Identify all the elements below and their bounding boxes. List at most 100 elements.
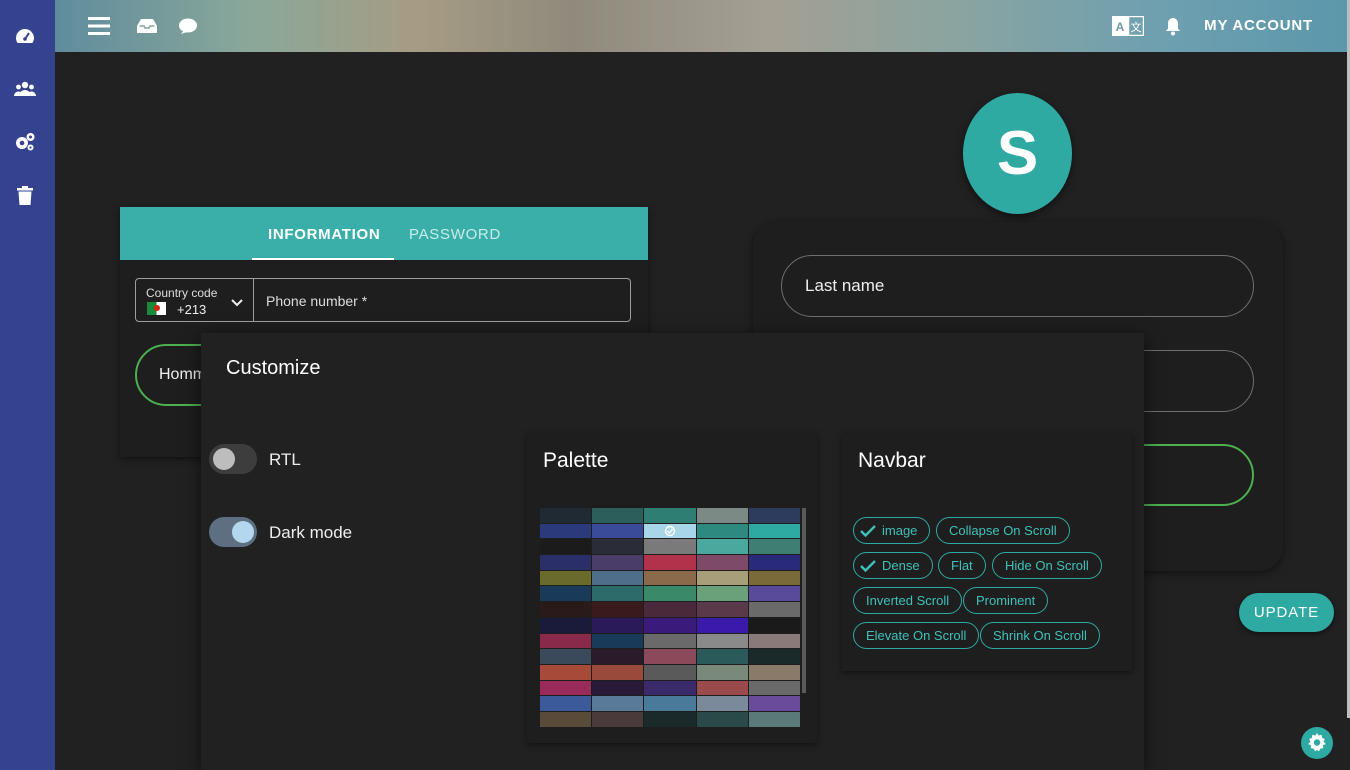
- palette-swatch[interactable]: [748, 602, 801, 618]
- dashboard-icon[interactable]: [13, 24, 37, 48]
- update-button[interactable]: UPDATE: [1239, 593, 1334, 632]
- palette-row[interactable]: [540, 617, 801, 634]
- palette-row[interactable]: [540, 508, 801, 524]
- navbar-option-chip[interactable]: Flat: [938, 552, 986, 579]
- palette-row[interactable]: [540, 649, 801, 665]
- dark-mode-toggle[interactable]: [209, 517, 257, 547]
- palette-swatch[interactable]: [748, 680, 801, 697]
- palette-swatch[interactable]: [592, 649, 645, 665]
- palette-swatch[interactable]: [748, 664, 801, 681]
- country-code-select[interactable]: Country code +213: [136, 279, 254, 321]
- palette-swatch[interactable]: [592, 570, 645, 587]
- palette-swatch[interactable]: [696, 555, 749, 571]
- palette-swatch[interactable]: [696, 539, 749, 556]
- palette-row[interactable]: [540, 570, 801, 587]
- palette-swatch[interactable]: [540, 508, 593, 524]
- palette-swatch[interactable]: [592, 696, 645, 712]
- palette-swatch[interactable]: [644, 602, 697, 618]
- navbar-option-chip[interactable]: image: [853, 517, 931, 544]
- palette-swatch[interactable]: [696, 680, 749, 697]
- palette-swatch[interactable]: [644, 711, 697, 728]
- palette-swatch[interactable]: [748, 696, 801, 712]
- navbar-option-chip[interactable]: Collapse On Scroll: [936, 517, 1070, 544]
- palette-swatch[interactable]: [644, 680, 697, 697]
- palette-row[interactable]: [540, 680, 801, 697]
- palette-swatch[interactable]: [748, 508, 801, 524]
- palette-swatch[interactable]: [592, 633, 645, 650]
- palette-swatch[interactable]: [748, 555, 801, 571]
- chat-icon[interactable]: [179, 14, 197, 38]
- palette-swatch[interactable]: [644, 508, 697, 524]
- navbar-option-chip[interactable]: Hide On Scroll: [992, 552, 1102, 579]
- palette-swatch[interactable]: [748, 617, 801, 634]
- palette-swatch[interactable]: [540, 664, 593, 681]
- palette-row[interactable]: [540, 555, 801, 571]
- palette-swatch[interactable]: [540, 633, 593, 650]
- palette-swatch[interactable]: [592, 711, 645, 728]
- palette-swatch[interactable]: [644, 586, 697, 603]
- palette-swatch[interactable]: [540, 680, 593, 697]
- palette-swatch[interactable]: [644, 539, 697, 556]
- palette-row[interactable]: [540, 664, 801, 681]
- palette-swatch[interactable]: [696, 711, 749, 728]
- navbar-option-chip[interactable]: Elevate On Scroll: [853, 622, 980, 649]
- palette-swatch[interactable]: [644, 555, 697, 571]
- palette-swatch[interactable]: [696, 664, 749, 681]
- palette-swatch[interactable]: [592, 523, 645, 540]
- palette-swatch[interactable]: [696, 696, 749, 712]
- palette-row[interactable]: [540, 522, 801, 541]
- translate-icon[interactable]: A文: [1112, 14, 1144, 38]
- palette-swatch[interactable]: [540, 539, 593, 556]
- tab-information[interactable]: INFORMATION: [268, 226, 380, 243]
- palette-swatch[interactable]: [748, 570, 801, 587]
- palette-swatch[interactable]: [748, 649, 801, 665]
- palette-swatch[interactable]: [540, 523, 593, 540]
- palette-swatch[interactable]: [644, 523, 697, 540]
- palette-swatch[interactable]: [644, 696, 697, 712]
- settings-fab[interactable]: [1301, 727, 1333, 759]
- palette-swatch[interactable]: [540, 586, 593, 603]
- palette-swatch[interactable]: [644, 617, 697, 634]
- palette-row[interactable]: [540, 711, 801, 728]
- navbar-option-chip[interactable]: Prominent: [963, 587, 1049, 614]
- inbox-icon[interactable]: [137, 14, 157, 38]
- palette-swatch[interactable]: [592, 664, 645, 681]
- palette-swatch[interactable]: [748, 586, 801, 603]
- tab-password[interactable]: PASSWORD: [409, 226, 501, 243]
- my-account-button[interactable]: MY ACCOUNT: [1204, 17, 1313, 34]
- palette-swatch[interactable]: [696, 602, 749, 618]
- palette-swatch[interactable]: [540, 617, 593, 634]
- palette-swatch[interactable]: [592, 508, 645, 524]
- settings-cogs-icon[interactable]: [13, 130, 37, 154]
- palette-row[interactable]: [540, 539, 801, 556]
- palette-swatch[interactable]: [644, 649, 697, 665]
- palette-swatch[interactable]: [592, 617, 645, 634]
- palette-swatch[interactable]: [748, 633, 801, 650]
- bell-icon[interactable]: [1165, 14, 1181, 38]
- palette-swatch[interactable]: [696, 649, 749, 665]
- palette-row[interactable]: [540, 696, 801, 712]
- menu-icon[interactable]: [88, 14, 110, 38]
- palette-swatch[interactable]: [696, 570, 749, 587]
- palette-swatch[interactable]: [592, 555, 645, 571]
- navbar-option-chip[interactable]: Dense: [853, 552, 933, 579]
- trash-icon[interactable]: [13, 183, 37, 207]
- palette-swatch[interactable]: [540, 696, 593, 712]
- palette-swatch[interactable]: [592, 602, 645, 618]
- palette-swatch[interactable]: [696, 633, 749, 650]
- palette-swatch[interactable]: [748, 711, 801, 728]
- palette-row[interactable]: [540, 602, 801, 618]
- palette-row[interactable]: [540, 633, 801, 650]
- palette-swatch[interactable]: [592, 680, 645, 697]
- phone-number-field[interactable]: Phone number *: [266, 293, 367, 309]
- palette-grid[interactable]: [540, 508, 801, 728]
- palette-swatch[interactable]: [696, 523, 749, 540]
- palette-row[interactable]: [540, 586, 801, 603]
- users-icon[interactable]: [13, 77, 37, 101]
- palette-swatch[interactable]: [696, 586, 749, 603]
- palette-swatch[interactable]: [644, 570, 697, 587]
- palette-swatch[interactable]: [540, 555, 593, 571]
- palette-swatch[interactable]: [540, 711, 593, 728]
- palette-swatch[interactable]: [696, 508, 749, 524]
- palette-swatch[interactable]: [592, 586, 645, 603]
